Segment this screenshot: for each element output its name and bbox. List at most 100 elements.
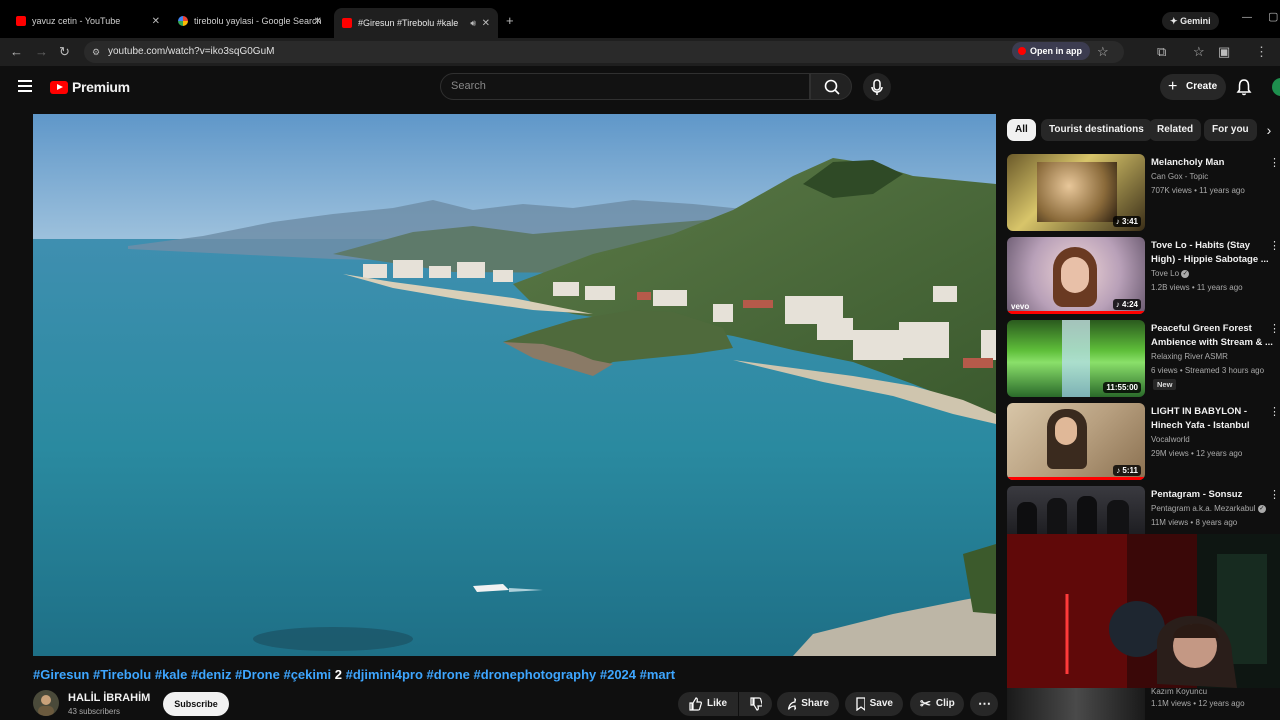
google-favicon-icon xyxy=(178,16,188,26)
video-thumbnail[interactable] xyxy=(1007,486,1145,534)
browser-tab-active[interactable]: #Giresun #Tirebolu #kale #... 🔊︎ ✕ xyxy=(334,8,498,38)
chip-related[interactable]: Related xyxy=(1149,119,1202,141)
site-info-icon[interactable]: ⚙ xyxy=(92,41,100,63)
minimize-icon[interactable]: — xyxy=(1242,12,1252,23)
recommendation-title[interactable]: Melancholy Man xyxy=(1151,156,1273,170)
extensions-puzzle-icon[interactable]: ⧉ xyxy=(1157,44,1166,60)
chip-all[interactable]: All xyxy=(1007,119,1036,141)
vevo-logo: vevo xyxy=(1011,302,1030,311)
gemini-sparkle-icon: ✦ xyxy=(1170,16,1178,26)
save-button[interactable]: Save xyxy=(845,692,903,716)
recommendation-item[interactable]: Kazım Koyuncu 1.1M views • 12 years ago xyxy=(1007,686,1280,720)
more-options-icon[interactable]: ⋮ xyxy=(1269,322,1280,335)
search-button[interactable] xyxy=(810,73,852,100)
back-arrow-icon[interactable]: ← xyxy=(10,44,23,59)
clip-button[interactable]: ✂ Clip xyxy=(910,692,964,716)
recommendation-channel[interactable]: Tove Lo ✓ xyxy=(1151,267,1190,281)
recommendation-stats: 707K views • 11 years ago xyxy=(1151,186,1245,195)
reload-icon[interactable]: ↻ xyxy=(59,44,70,60)
hashtag-links[interactable]: #Giresun #Tirebolu #kale #deniz #Drone #… xyxy=(33,667,335,682)
recommendation-stats: 11M views • 8 years ago xyxy=(1151,518,1238,527)
verified-check-icon: ✓ xyxy=(1181,269,1190,278)
recommendation-channel[interactable]: Relaxing River ASMR xyxy=(1151,350,1228,364)
video-player[interactable] xyxy=(33,114,996,656)
recommendation-title[interactable]: Tove Lo - Habits (Stay High) - Hippie Sa… xyxy=(1151,239,1273,267)
hashtag-links[interactable]: #djimini4pro #drone #dronephotography #2… xyxy=(342,667,675,682)
subscriber-count: 43 subscribers xyxy=(68,707,121,716)
webcam-feed-image xyxy=(1007,534,1280,688)
forward-arrow-icon[interactable]: → xyxy=(35,44,48,59)
save-label: Save xyxy=(869,698,893,709)
chip-tourist-destinations[interactable]: Tourist destinations xyxy=(1041,119,1152,141)
recommendation-title[interactable]: LIGHT IN BABYLON - Hinech Yafa - Istanbu… xyxy=(1151,405,1273,433)
like-button[interactable]: Like xyxy=(678,692,738,716)
more-actions-button[interactable]: ⋯ xyxy=(970,692,998,716)
channel-label: Pentagram a.k.a. Mezarkabul xyxy=(1151,504,1256,513)
duration-badge: 11:55:00 xyxy=(1103,382,1141,393)
watch-progress-bar xyxy=(1007,477,1145,480)
close-tab-icon[interactable]: ✕ xyxy=(152,16,160,27)
tab-search-icon[interactable]: ▣ xyxy=(1218,44,1230,60)
video-thumbnail[interactable]: ♪ 3:41 xyxy=(1007,154,1145,231)
microphone-icon xyxy=(871,79,883,95)
video-thumbnail[interactable]: 11:55:00 xyxy=(1007,320,1145,397)
bookmarks-icon[interactable]: ☆ xyxy=(1193,44,1205,60)
recommendation-channel[interactable]: Vocalworld xyxy=(1151,433,1190,447)
account-avatar[interactable] xyxy=(1272,78,1280,96)
tab-title: #Giresun #Tirebolu #kale #... xyxy=(358,18,458,28)
youtube-favicon-icon xyxy=(342,18,352,28)
notifications-bell-icon[interactable] xyxy=(1236,78,1252,96)
menu-dots-icon[interactable]: ⋮ xyxy=(1255,44,1268,60)
video-thumbnail[interactable]: vevo ♪ 4:24 xyxy=(1007,237,1145,314)
channel-name[interactable]: HALİL İBRAHİM xyxy=(68,692,150,704)
gemini-button[interactable]: ✦ Gemini xyxy=(1162,12,1219,30)
watch-progress-bar xyxy=(1007,311,1145,314)
more-options-icon[interactable]: ⋮ xyxy=(1269,156,1280,169)
close-tab-icon[interactable]: ✕ xyxy=(314,16,322,27)
share-button[interactable]: Share xyxy=(777,692,839,716)
recommendation-stats: 1.2B views • 11 years ago xyxy=(1151,283,1243,292)
verified-check-icon: ✓ xyxy=(1257,504,1266,513)
recommendation-channel[interactable]: Pentagram a.k.a. Mezarkabul ✓ xyxy=(1151,502,1266,516)
browser-tab[interactable]: tirebolu yaylasi - Google Search ✕ xyxy=(170,8,330,34)
recommendation-channel[interactable]: Can Gox - Topic xyxy=(1151,170,1208,184)
recommendation-item[interactable]: ♪ 3:41 Melancholy Man Can Gox - Topic 70… xyxy=(1007,154,1280,234)
video-thumbnail[interactable] xyxy=(1007,686,1145,720)
voice-search-button[interactable] xyxy=(863,73,891,101)
youtube-header: Premium Search + Create xyxy=(0,66,1280,110)
bookmark-star-icon[interactable]: ☆ xyxy=(1097,44,1109,60)
speaker-icon[interactable]: 🔊︎ xyxy=(470,18,476,29)
video-thumbnail[interactable]: ♪ 5:11 xyxy=(1007,403,1145,480)
dislike-button[interactable] xyxy=(739,692,772,716)
new-tab-icon[interactable]: + xyxy=(506,13,514,28)
share-label: Share xyxy=(801,698,829,709)
video-frame-drone-coastline xyxy=(33,114,996,656)
recommendation-title[interactable]: Peaceful Green Forest Ambience with Stre… xyxy=(1151,322,1273,350)
youtube-premium-logo[interactable]: Premium xyxy=(50,79,130,95)
create-button[interactable]: + Create xyxy=(1160,74,1226,100)
more-options-icon[interactable]: ⋮ xyxy=(1269,488,1280,501)
webcam-overlay xyxy=(1007,534,1280,688)
chips-next-arrow-icon[interactable]: › xyxy=(1258,116,1280,144)
recommendation-item[interactable]: 11:55:00 Peaceful Green Forest Ambience … xyxy=(1007,320,1280,400)
recommendation-title[interactable]: Pentagram - Sonsuz xyxy=(1151,488,1273,502)
browser-tab[interactable]: yavuz cetin - YouTube ✕ xyxy=(8,8,168,34)
search-input[interactable]: Search xyxy=(440,73,810,100)
recommendation-item[interactable]: vevo ♪ 4:24 Tove Lo - Habits (Stay High)… xyxy=(1007,237,1280,317)
recommendation-item[interactable]: Pentagram - Sonsuz Pentagram a.k.a. Meza… xyxy=(1007,486,1280,534)
subscribe-button[interactable]: Subscribe xyxy=(163,692,229,716)
channel-avatar[interactable] xyxy=(33,690,59,716)
url-field[interactable]: ⚙ youtube.com/watch?v=iko3sqG0GuM xyxy=(84,41,1124,63)
duration-badge: ♪ 5:11 xyxy=(1113,465,1141,476)
maximize-icon[interactable]: ▢ xyxy=(1268,10,1278,23)
tab-title: tirebolu yaylasi - Google Search xyxy=(194,16,322,26)
hamburger-menu-icon[interactable] xyxy=(18,80,32,92)
clip-label: Clip xyxy=(935,698,955,709)
more-options-icon[interactable]: ⋮ xyxy=(1269,405,1280,418)
close-tab-icon[interactable]: ✕ xyxy=(482,18,490,29)
more-options-icon[interactable]: ⋮ xyxy=(1269,239,1280,252)
recommendation-item[interactable]: ♪ 5:11 LIGHT IN BABYLON - Hinech Yafa - … xyxy=(1007,403,1280,483)
chip-for-you[interactable]: For you xyxy=(1204,119,1257,141)
open-in-app-button[interactable]: Open in app xyxy=(1012,42,1091,60)
share-arrow-icon xyxy=(787,697,797,711)
